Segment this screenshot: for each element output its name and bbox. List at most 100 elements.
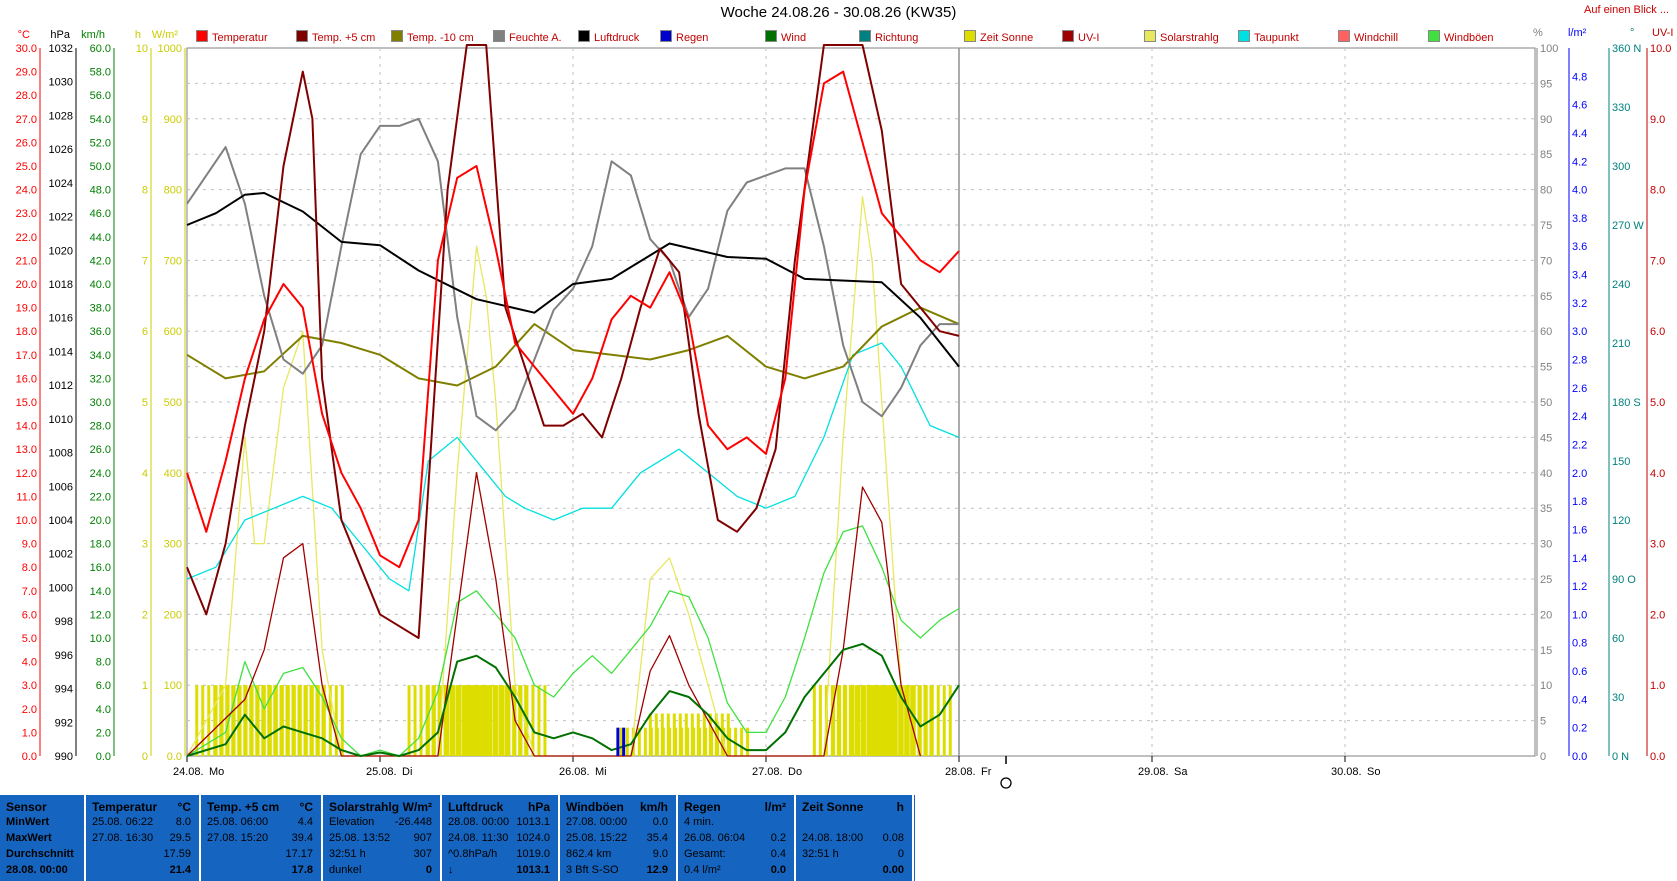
x-tick-date: 29.08.: [1138, 766, 1169, 778]
footer-row-avg: Durchschnitt: [6, 848, 74, 860]
sunshine-bar: [501, 685, 505, 756]
y-tick-deg: 240: [1612, 279, 1630, 291]
footer-cell-label: 25.08. 13:52: [329, 832, 391, 844]
sunshine-bar: [674, 727, 678, 756]
y-tick-kmh: 16.0: [90, 562, 111, 574]
footer-cell-label: 25.08. 06:00: [207, 816, 269, 828]
y-tick-h: 1: [142, 680, 148, 692]
y-tick-kmh: 28.0: [90, 421, 111, 433]
y-tick-lm2: 3.0: [1572, 326, 1587, 338]
y-tick-kmh: 42.0: [90, 255, 111, 267]
y-tick-deg: 270 W: [1612, 220, 1644, 232]
y-tick-pct: 45: [1540, 432, 1552, 444]
footer-cell-value: 0.0: [652, 816, 668, 828]
x-tick-day: Mo: [209, 766, 224, 778]
y-tick-wm2: 600: [164, 326, 182, 338]
y-tick-kmh: 18.0: [90, 539, 111, 551]
footer-col-windboeen: Windböen km/h 27.08. 00:00 0.0 25.08. 15:22 3…: [560, 795, 678, 881]
y-tick-pct: 10: [1540, 680, 1552, 692]
y-tick-hpa: 998: [55, 616, 73, 628]
sunshine-bar: [680, 727, 684, 756]
footer-cell-value: 35.4: [646, 832, 668, 844]
footer-cell-value: 1013.1: [516, 864, 550, 876]
y-tick-pct: 50: [1540, 397, 1552, 409]
footer-cell-value: 9.0: [652, 848, 668, 860]
y-tick-pct: 40: [1540, 468, 1552, 480]
footer-col-temperatur: Temperatur °C 25.08. 06:22 8.0 27.08. 16:30 2…: [86, 795, 201, 881]
sunshine-bar: [906, 685, 910, 756]
y-tick-kmh: 30.0: [90, 397, 111, 409]
footer-unit: km/h: [639, 800, 668, 814]
sunshine-bar: [280, 685, 284, 756]
sunshine-bar: [452, 685, 456, 756]
footer-unit: h: [896, 800, 904, 814]
y-tick-uvi: 7.0: [1650, 255, 1665, 267]
y-tick-lm2: 2.2: [1572, 439, 1587, 451]
y-tick-lm2: 1.8: [1572, 496, 1587, 508]
y-tick-lm2: 1.2: [1572, 581, 1587, 593]
y-tick-h: 5: [142, 397, 148, 409]
y-tick-temp: 13.0: [16, 444, 37, 456]
y-tick-wm2: 900: [164, 114, 182, 126]
y-tick-temp: 14.0: [16, 421, 37, 433]
y-tick-uvi: 0.0: [1650, 751, 1665, 763]
footer-head: Luftdruck: [448, 800, 504, 814]
y-tick-kmh: 2.0: [96, 727, 111, 739]
y-tick-pct: 60: [1540, 326, 1552, 338]
y-tick-h: 10: [136, 43, 148, 55]
y-tick-lm2: 0.0: [1572, 751, 1587, 763]
sunshine-bar: [710, 727, 714, 756]
sunshine-bar: [543, 685, 547, 756]
y-tick-temp: 25.0: [16, 161, 37, 173]
y-tick-temp: 26.0: [16, 137, 37, 149]
y-tick-temp: 19.0: [16, 303, 37, 315]
footer-cell-label: 27.08. 15:20: [207, 832, 269, 844]
footer-cell-label: 25.08. 15:22: [566, 832, 628, 844]
footer-head: Temperatur: [92, 800, 158, 814]
footer-row-min: MinWert: [6, 816, 50, 828]
y-tick-kmh: 36.0: [90, 326, 111, 338]
y-tick-lm2: 1.0: [1572, 609, 1587, 621]
sunshine-bar: [495, 685, 499, 756]
y-tick-h: 6: [142, 326, 148, 338]
footer-cell-value: 307: [413, 848, 432, 860]
y-tick-kmh: 34.0: [90, 350, 111, 362]
sunshine-bar: [419, 685, 423, 756]
y-tick-temp: 10.0: [16, 515, 37, 527]
y-tick-wm2: 700: [164, 255, 182, 267]
y-tick-kmh: 54.0: [90, 114, 111, 126]
footer-head: Zeit Sonne: [802, 800, 864, 814]
y-tick-temp: 27.0: [16, 114, 37, 126]
y-tick-wm2: 400: [164, 468, 182, 480]
y-tick-h: 4: [142, 468, 148, 480]
y-tick-hpa: 1026: [49, 144, 73, 156]
y-tick-lm2: 1.6: [1572, 524, 1587, 536]
sunshine-bar: [507, 685, 511, 756]
y-tick-hpa: 1020: [49, 245, 73, 257]
footer-cell-label: 24.08. 11:30: [448, 832, 509, 844]
y-tick-uvi: 4.0: [1650, 468, 1665, 480]
footer-cell-value: 1019.0: [516, 848, 550, 860]
y-tick-wm2: 500: [164, 397, 182, 409]
y-tick-lm2: 0.6: [1572, 666, 1587, 678]
x-tick-day: Fr: [981, 766, 992, 778]
x-tick-date: 28.08.: [945, 766, 976, 778]
y-tick-deg: 180 S: [1612, 397, 1641, 409]
y-tick-kmh: 6.0: [96, 680, 111, 692]
sunshine-bar: [936, 685, 940, 756]
axis-unit-hpa: hPa: [50, 29, 70, 41]
y-tick-pct: 80: [1540, 185, 1552, 197]
footer-cell-value: 8.0: [175, 816, 191, 828]
y-tick-h: 8: [142, 185, 148, 197]
x-tick-date: 26.08.: [559, 766, 590, 778]
y-tick-temp: 7.0: [22, 586, 37, 598]
x-tick-day: Mi: [595, 766, 607, 778]
footer-unit: °C: [177, 800, 191, 814]
y-tick-h: 0: [142, 751, 148, 763]
y-tick-pct: 75: [1540, 220, 1552, 232]
x-tick-day: Sa: [1174, 766, 1188, 778]
y-tick-pct: 100: [1540, 43, 1558, 55]
footer-cell-label: 26.08. 06:04: [684, 832, 746, 844]
y-tick-kmh: 60.0: [90, 43, 111, 55]
y-tick-wm2: 300: [164, 539, 182, 551]
